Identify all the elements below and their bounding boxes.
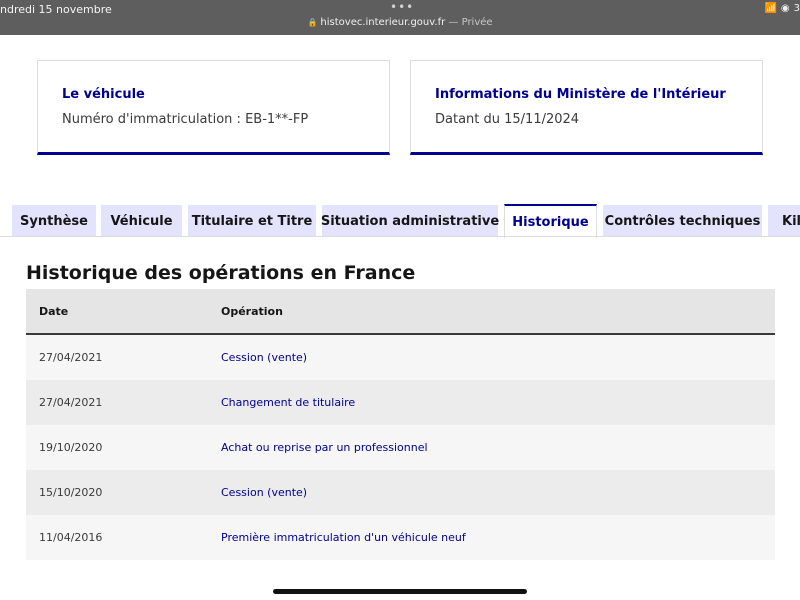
registration-number: Numéro d'immatriculation : EB-1**-FP: [62, 112, 309, 127]
tab-synthese[interactable]: Synthèse: [12, 205, 96, 237]
tab-vehicule[interactable]: Véhicule: [101, 205, 182, 237]
table-header: Date Opération: [26, 289, 775, 335]
url-text: histovec.interieur.gouv.fr: [320, 17, 446, 28]
ministry-card-title: Informations du Ministère de l'Intérieur: [435, 87, 726, 102]
column-header-date: Date: [39, 305, 69, 318]
tab-historique[interactable]: Historique: [504, 204, 597, 238]
row-date: 11/04/2016: [39, 531, 103, 544]
status-icons: 📶 ◉ 3: [760, 3, 800, 14]
status-date: ndredi 15 novembre: [0, 3, 112, 16]
history-table: Date Opération 27/04/2021 Cession (vente…: [26, 289, 775, 560]
tab-controles-techniques[interactable]: Contrôles techniques: [603, 205, 762, 237]
address-bar[interactable]: 🔒 histovec.interieur.gouv.fr — Privée: [0, 17, 800, 28]
tab-divider: [0, 236, 800, 237]
history-title: Historique des opérations en France: [26, 262, 416, 284]
ministry-card: Informations du Ministère de l'Intérieur…: [410, 60, 763, 155]
private-label: — Privée: [448, 17, 493, 28]
lock-icon: 🔒: [307, 18, 318, 27]
column-header-operation: Opération: [221, 305, 283, 318]
battery-percent: 3: [793, 3, 800, 14]
row-operation-link[interactable]: Cession (vente): [221, 486, 307, 499]
row-operation-link[interactable]: Cession (vente): [221, 351, 307, 364]
row-operation-link[interactable]: Achat ou reprise par un professionnel: [221, 441, 428, 454]
tab-situation-administrative[interactable]: Situation administrative: [321, 205, 499, 237]
table-row: 27/04/2021 Cession (vente): [26, 335, 775, 380]
table-row: 11/04/2016 Première immatriculation d'un…: [26, 515, 775, 560]
tab-bar: Synthèse Véhicule Titulaire et Titre Sit…: [0, 204, 800, 238]
row-date: 19/10/2020: [39, 441, 103, 454]
table-row: 15/10/2020 Cession (vente): [26, 470, 775, 515]
home-indicator[interactable]: [273, 589, 527, 594]
vehicle-card: Le véhicule Numéro d'immatriculation : E…: [37, 60, 390, 155]
vehicle-card-title: Le véhicule: [62, 87, 145, 102]
tab-kilometrage[interactable]: Kilo: [768, 205, 800, 237]
status-bar: ndredi 15 novembre ••• 🔒 histovec.interie…: [0, 0, 800, 35]
table-row: 27/04/2021 Changement de titulaire: [26, 380, 775, 425]
tab-titulaire-titre[interactable]: Titulaire et Titre: [188, 205, 316, 237]
orientation-lock-icon: ◉: [780, 3, 790, 14]
data-date: Datant du 15/11/2024: [435, 112, 580, 127]
row-date: 27/04/2021: [39, 396, 103, 409]
row-date: 15/10/2020: [39, 486, 103, 499]
row-date: 27/04/2021: [39, 351, 103, 364]
wifi-icon: 📶: [764, 3, 777, 14]
more-dots-icon[interactable]: •••: [390, 0, 414, 14]
table-row: 19/10/2020 Achat ou reprise par un profe…: [26, 425, 775, 470]
row-operation-link[interactable]: Changement de titulaire: [221, 396, 355, 409]
row-operation-link[interactable]: Première immatriculation d'un véhicule n…: [221, 531, 466, 544]
